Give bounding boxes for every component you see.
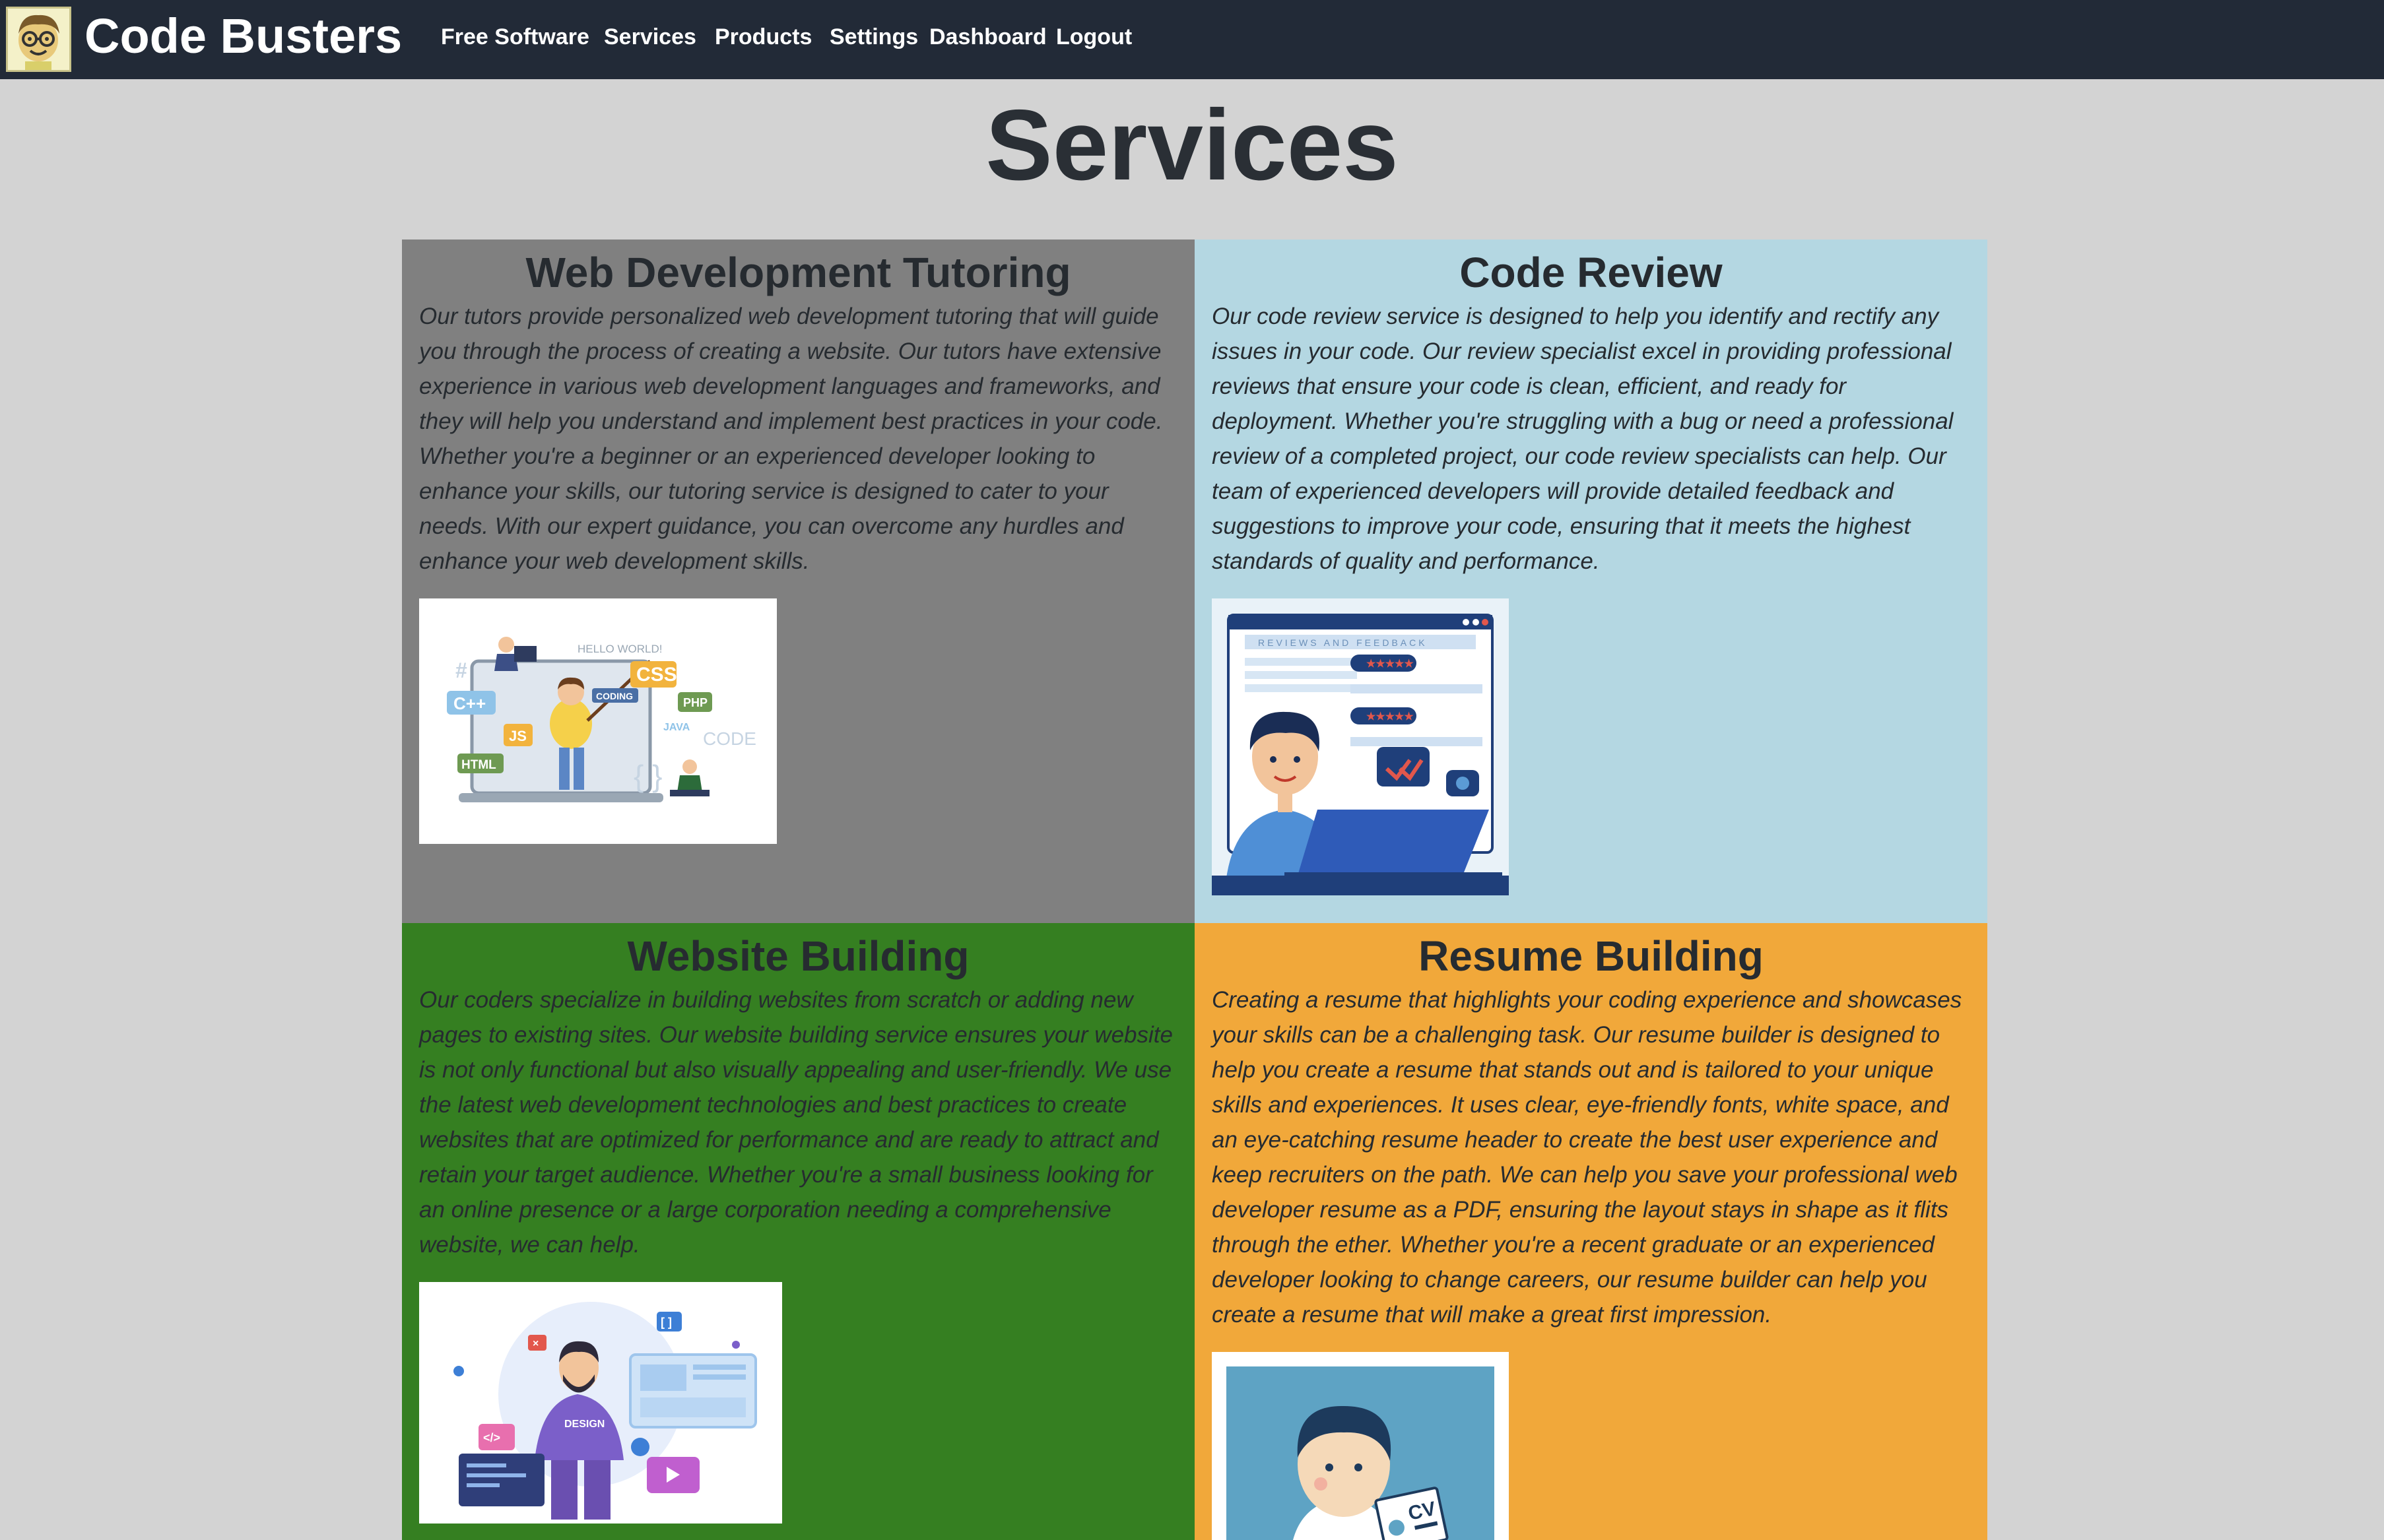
code-review-text: ★★★★★ bbox=[1366, 658, 1414, 670]
tutoring-illustration: HELLO WORLD! CSS C++ CODING PHP JS JAVA … bbox=[419, 598, 777, 844]
code-review-text: ★★★★★ bbox=[1366, 711, 1414, 722]
page-title: Services bbox=[985, 89, 1399, 201]
tutoring-text: CSS bbox=[636, 664, 677, 686]
service-card-code-review: Code Review Our code review service is d… bbox=[1195, 240, 1987, 923]
nav-free-software[interactable]: Free Software bbox=[441, 24, 589, 50]
nav-settings[interactable]: Settings bbox=[830, 24, 918, 50]
navbar: Code Busters Free Software Services Prod… bbox=[0, 0, 2384, 79]
card-title: Resume Building bbox=[1418, 932, 1764, 980]
tutoring-text: { } bbox=[634, 759, 663, 793]
nerd-face-icon[interactable] bbox=[6, 7, 71, 72]
card-title: Code Review bbox=[1459, 249, 1723, 296]
tutoring-text: HELLO WORLD! bbox=[578, 643, 662, 655]
card-description: Our code review service is designed to h… bbox=[1212, 304, 1954, 574]
service-card-website-building: Website Building Our coders specialize i… bbox=[402, 923, 1195, 1540]
nav-services[interactable]: Services bbox=[604, 24, 696, 50]
website-building-text: DESIGN bbox=[564, 1419, 605, 1430]
card-description: Our coders specialize in building websit… bbox=[419, 987, 1173, 1258]
tutoring-text: JS bbox=[509, 728, 527, 744]
tutoring-text: CODING bbox=[596, 691, 633, 701]
nav-products[interactable]: Products bbox=[715, 24, 812, 50]
website-building-text: </> bbox=[483, 1431, 500, 1444]
card-description: Our tutors provide personalized web deve… bbox=[419, 304, 1163, 574]
website-building-illustration: DESIGN × </> [ ] bbox=[419, 1282, 782, 1524]
brand-name[interactable]: Code Busters bbox=[84, 9, 402, 63]
tutoring-text: C++ bbox=[453, 693, 486, 713]
website-building-text: [ ] bbox=[661, 1316, 672, 1329]
nav-dashboard[interactable]: Dashboard bbox=[929, 24, 1047, 50]
tutoring-text: # bbox=[455, 658, 467, 682]
card-description: Creating a resume that highlights your c… bbox=[1212, 987, 1962, 1328]
tutoring-text: PHP bbox=[683, 696, 708, 709]
service-card-resume-building: Resume Building Creating a resume that h… bbox=[1195, 923, 1987, 1540]
code-review-text: REVIEWS AND FEEDBACK bbox=[1258, 637, 1428, 648]
code-review-illustration: REVIEWS AND FEEDBACK ★★★★★ ★★★★★ bbox=[1212, 598, 1509, 895]
resume-building-illustration: CV bbox=[1212, 1352, 1509, 1540]
service-card-web-development-tutoring: Web Development Tutoring Our tutors prov… bbox=[402, 240, 1195, 923]
card-title: Website Building bbox=[627, 932, 970, 980]
tutoring-text: CODE bbox=[703, 728, 756, 749]
card-title: Web Development Tutoring bbox=[525, 249, 1071, 296]
svg-text:×: × bbox=[533, 1338, 539, 1349]
tutoring-text: JAVA bbox=[663, 722, 690, 733]
tutoring-text: HTML bbox=[461, 758, 496, 772]
nav-logout[interactable]: Logout bbox=[1056, 24, 1132, 50]
